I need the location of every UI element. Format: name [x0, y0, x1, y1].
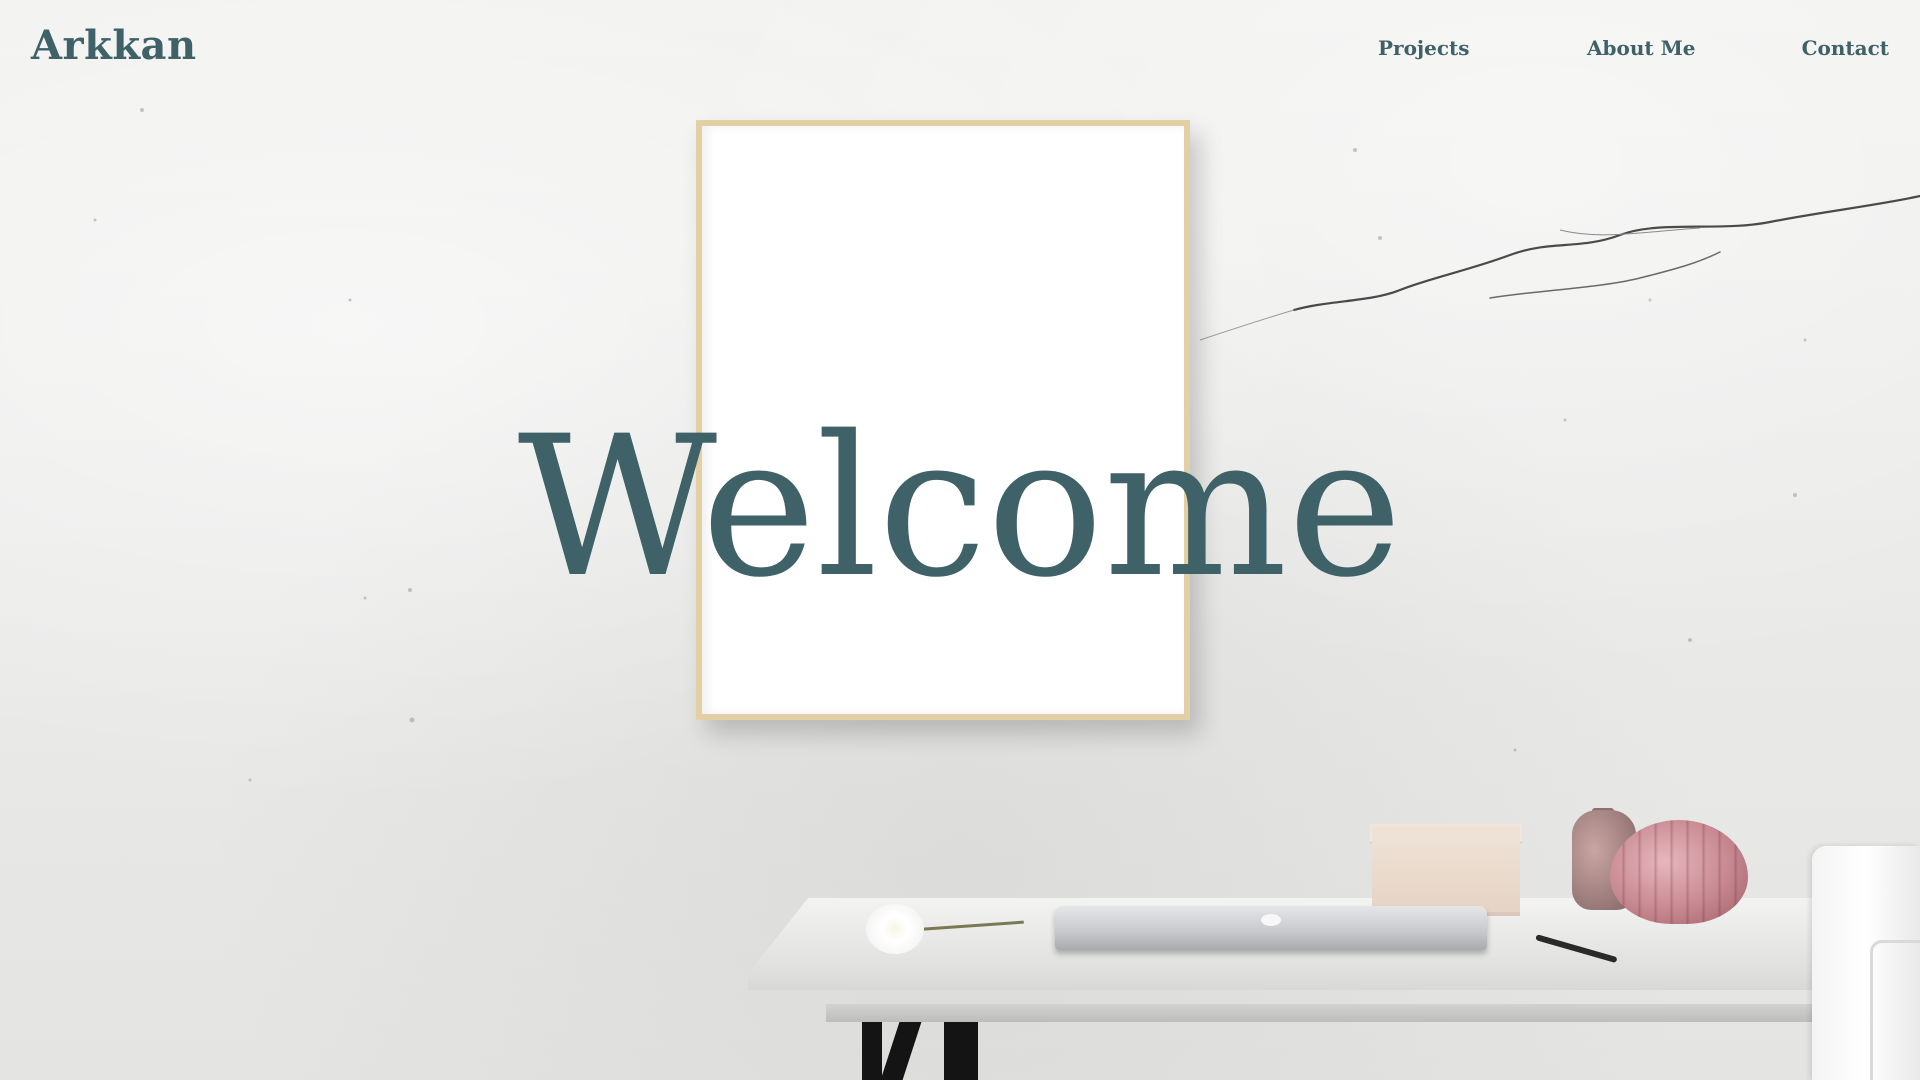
hero-title: Welcome — [517, 394, 1403, 620]
nav-link-contact[interactable]: Contact — [1802, 36, 1889, 60]
brand-logo-link[interactable]: Arkkan — [31, 22, 197, 69]
laptop-logo — [1261, 914, 1281, 926]
laptop — [1055, 906, 1487, 950]
flower — [866, 904, 924, 954]
site-header: Arkkan Projects About Me Contact — [0, 0, 1920, 96]
desk-leg — [862, 1022, 882, 1080]
storage-box — [1372, 826, 1520, 916]
chair-panel — [1870, 940, 1920, 1080]
nav-link-projects[interactable]: Projects — [1378, 36, 1470, 60]
nav-link-about-me[interactable]: About Me — [1587, 36, 1695, 60]
desk-leg — [944, 1022, 978, 1080]
desk-edge — [826, 1004, 1920, 1022]
large-vase — [1610, 820, 1748, 924]
